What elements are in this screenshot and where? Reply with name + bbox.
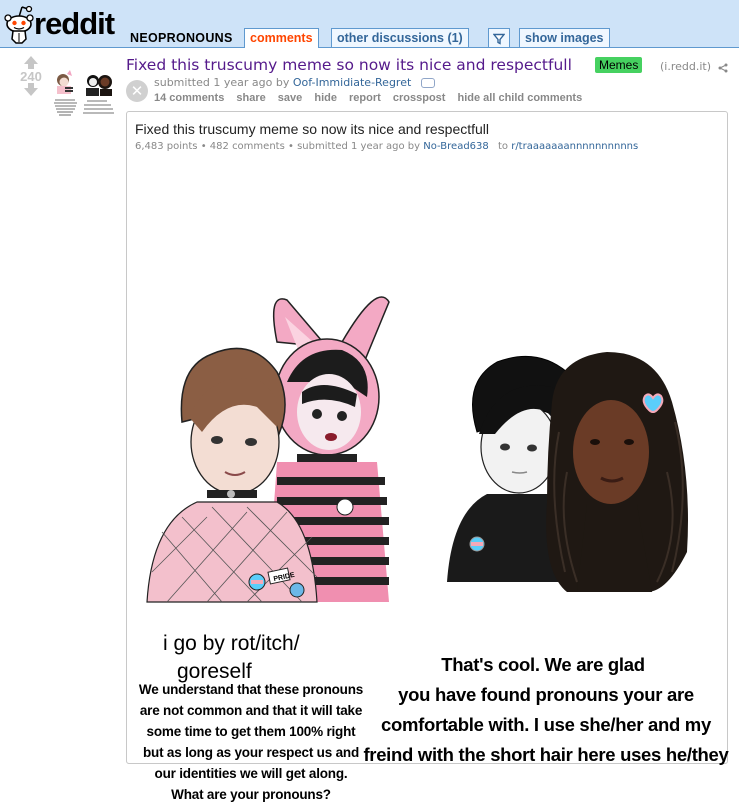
share-button[interactable]: share xyxy=(236,92,265,104)
meme-image[interactable]: PRIDE i go by rot/itch/ goreself We unde… xyxy=(127,172,729,802)
embed-comments[interactable]: 482 comments xyxy=(210,141,285,152)
crosspost-button[interactable]: crosspost xyxy=(393,92,446,104)
tab-show-images[interactable]: show images xyxy=(519,28,610,47)
post-tagline: submitted 1 year ago by Oof-Immidiate-Re… xyxy=(154,76,435,89)
post-buttons: 14 comments share save hide report cross… xyxy=(154,92,591,104)
embed-submitted: submitted 1 year ago by xyxy=(297,141,421,152)
filter-icon xyxy=(492,33,506,45)
embed-title[interactable]: Fixed this truscumy meme so now its nice… xyxy=(135,121,489,137)
reddit-wordmark[interactable]: reddit xyxy=(34,8,115,39)
vote-column: 240 xyxy=(18,56,44,96)
post-flair[interactable]: Memes xyxy=(595,57,643,73)
embed-points: 6,483 points xyxy=(135,141,198,152)
tab-filter[interactable] xyxy=(488,28,510,47)
hide-button[interactable]: hide xyxy=(314,92,337,104)
crosspost-icon[interactable] xyxy=(420,78,435,88)
site-header: reddit NEOPRONOUNS comments other discus… xyxy=(0,0,739,48)
crosspost-embed: Fixed this truscumy meme so now its nice… xyxy=(126,111,729,802)
post-title-link[interactable]: Fixed this truscumy meme so now its nice… xyxy=(126,56,572,74)
hide-child-comments-button[interactable]: hide all child comments xyxy=(458,92,583,104)
meme-left-caption-cont: goreself xyxy=(177,660,252,683)
post-score: 240 xyxy=(20,69,42,84)
embed-to: to xyxy=(497,141,509,152)
share-icon[interactable] xyxy=(718,63,728,76)
downvote-arrow-icon[interactable] xyxy=(24,83,38,96)
meme-left-response-line: but as long as your respect us and xyxy=(142,745,359,760)
meme-right-response-line: freind with the short hair here uses he/… xyxy=(363,744,729,765)
embed-author[interactable]: No-Bread638 xyxy=(423,141,489,152)
embed-meta: 6,483 points • 482 comments • submitted … xyxy=(135,141,639,152)
tagline-time: 1 year ago xyxy=(213,76,273,89)
tab-other-discussions[interactable]: other discussions (1) xyxy=(331,28,469,47)
meme-left-caption: i go by rot/itch/ xyxy=(163,632,300,655)
meme-left-response-line: some time to get them 100% right xyxy=(146,724,356,739)
meme-left-response-line: We understand that these pronouns xyxy=(138,682,364,697)
reddit-alien-logo-icon[interactable] xyxy=(2,3,36,45)
embed-subreddit[interactable]: r/traaaaaaannnnnnnnnns xyxy=(511,141,638,152)
meme-right-response-line: That's cool. We are glad xyxy=(441,654,645,675)
report-button[interactable]: report xyxy=(349,92,381,104)
meme-right-response-line: you have found pronouns your are xyxy=(398,684,694,705)
meme-left-response-line: What are your pronouns? xyxy=(171,787,331,802)
post-author[interactable]: Oof-Immidiate-Regret xyxy=(293,76,411,89)
upvote-arrow-icon[interactable] xyxy=(24,56,38,69)
hide-post-close-icon[interactable]: ✕ xyxy=(126,80,148,102)
tagline-by: by xyxy=(275,76,290,89)
save-button[interactable]: save xyxy=(278,92,302,104)
subreddit-name[interactable]: NEOPRONOUNS xyxy=(130,31,233,45)
tagline-prefix: submitted xyxy=(154,76,210,89)
meme-right-response-line: comfortable with. I use she/her and my xyxy=(381,714,711,735)
post-domain[interactable]: (i.redd.it) xyxy=(660,60,711,73)
post-thumbnail[interactable] xyxy=(51,70,121,122)
tab-comments[interactable]: comments xyxy=(244,28,319,48)
meme-left-response-line: are not common and that it will take xyxy=(139,703,363,718)
comments-button[interactable]: 14 comments xyxy=(154,92,224,104)
